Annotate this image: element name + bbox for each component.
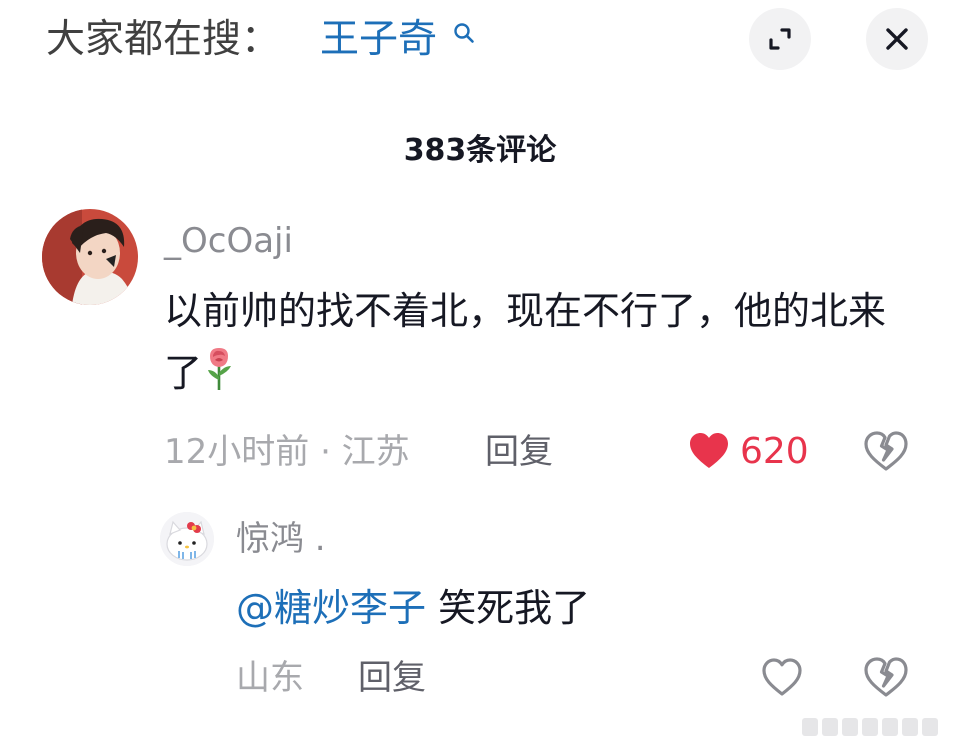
trending-search-link[interactable]: 王子奇: [320, 12, 437, 68]
avatar[interactable]: [42, 209, 138, 305]
mention-link[interactable]: @糖炒李子: [236, 586, 426, 630]
comment-text: 以前帅的找不着北，现在不行了，他的北来了: [164, 280, 904, 404]
close-icon: [886, 28, 908, 50]
expand-button[interactable]: [749, 8, 811, 70]
rose-icon: [208, 348, 232, 390]
comment-time-location: 12小时前 · 江苏: [164, 432, 410, 472]
dislike-icon[interactable]: [862, 655, 910, 699]
dislike-icon[interactable]: [862, 429, 910, 473]
expand-icon: [769, 28, 791, 50]
close-button[interactable]: [866, 8, 928, 70]
avatar-image: [42, 209, 138, 305]
comment-body: 以前帅的找不着北，现在不行了，他的北来了: [164, 289, 887, 395]
reply-username[interactable]: 惊鸿 .: [236, 516, 326, 562]
reply-reply-button[interactable]: 回复: [358, 654, 426, 702]
watermark: [802, 718, 938, 736]
hello-kitty-avatar: [160, 512, 214, 566]
heart-filled-icon[interactable]: [688, 431, 730, 471]
heart-outline-icon[interactable]: [760, 656, 804, 698]
like-count: 620: [740, 431, 809, 472]
comment-username[interactable]: _OcOaji: [164, 218, 293, 264]
reply-button[interactable]: 回复: [485, 428, 553, 476]
reply-location: 山东: [236, 658, 304, 698]
reply-avatar[interactable]: [160, 512, 214, 566]
search-icon[interactable]: [453, 22, 475, 44]
search-prefix: 大家都在搜：: [46, 17, 281, 62]
reply-text: @糖炒李子 笑死我了: [236, 580, 590, 636]
reply-body: 笑死我了: [426, 586, 591, 630]
comments-count-title: 383条评论: [403, 133, 557, 168]
